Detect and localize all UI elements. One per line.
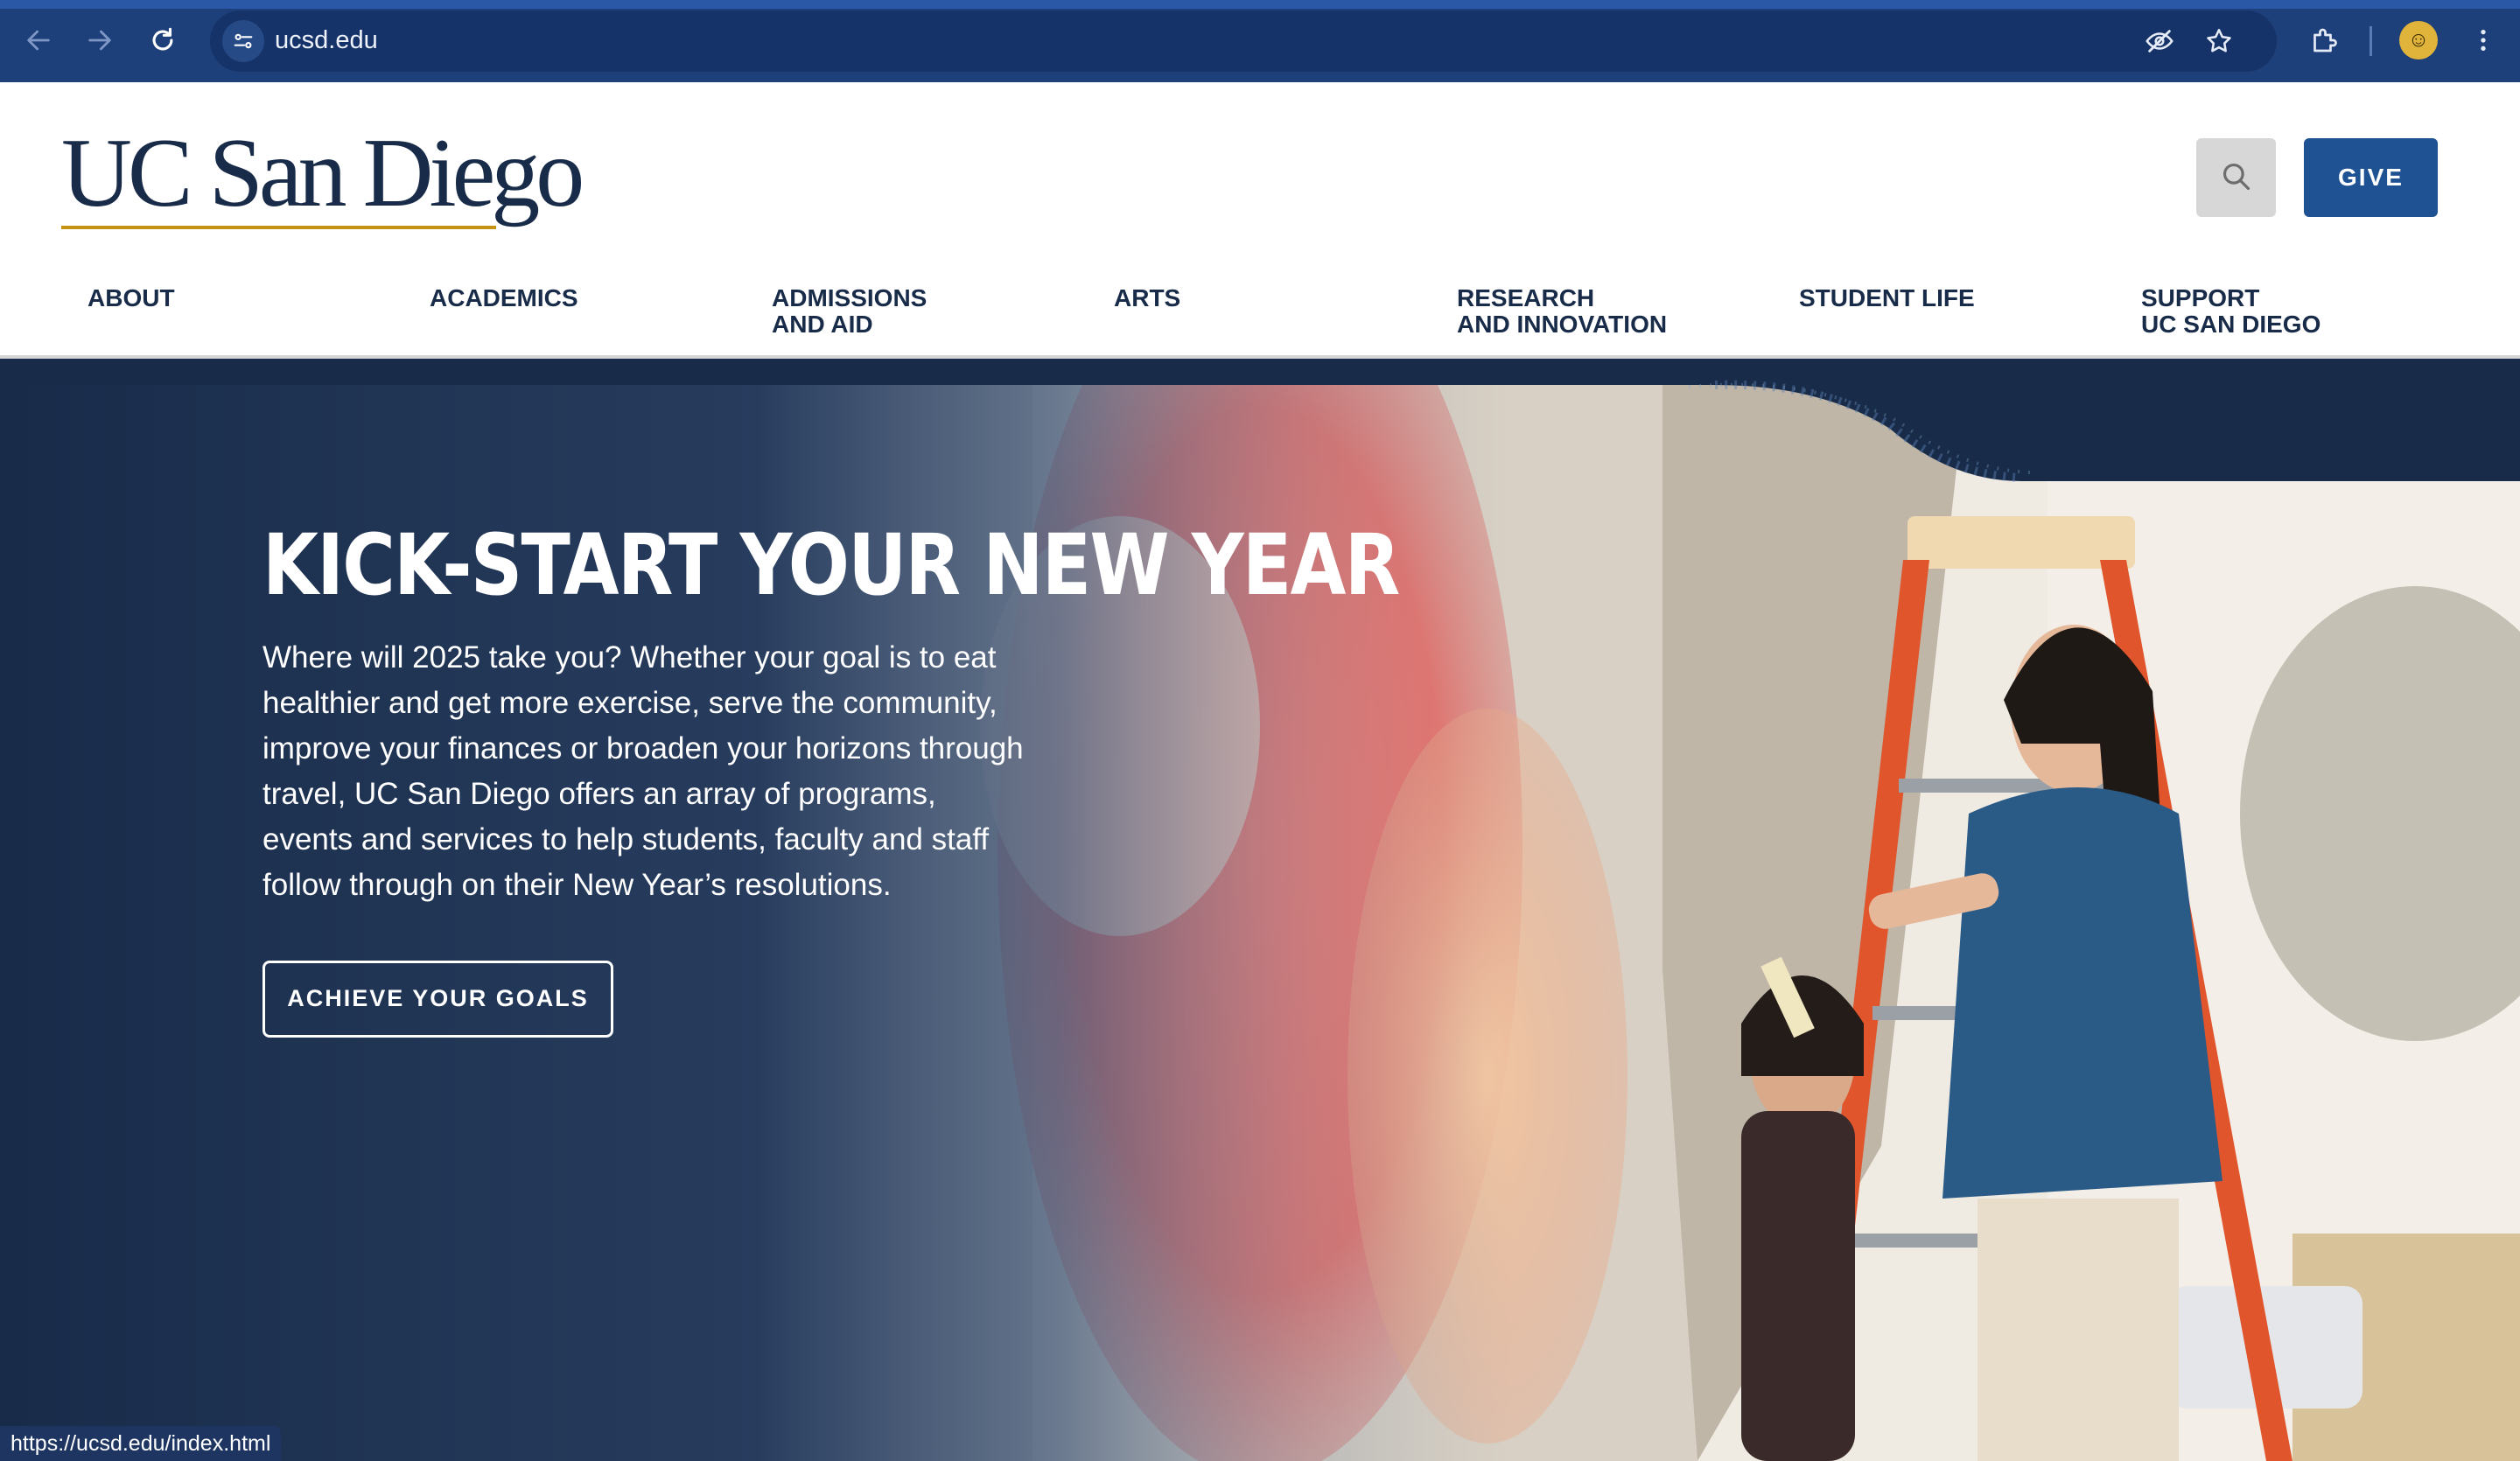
toolbar-divider	[2370, 26, 2372, 56]
site-header: UC San Diego GIVE ABOUT ACADEMICS ADMISS…	[0, 82, 2520, 359]
hero-banner: KICK-START YOUR NEW YEAR Where will 2025…	[0, 359, 2520, 1461]
search-icon	[2220, 160, 2253, 196]
nav-item-support[interactable]: SUPPORT UC SAN DIEGO	[2141, 285, 2430, 338]
achieve-goals-button[interactable]: ACHIEVE YOUR GOALS	[262, 960, 613, 1038]
hero-description: Where will 2025 take you? Whether your g…	[262, 640, 1024, 902]
site-info-icon[interactable]	[222, 20, 264, 62]
more-vert-icon[interactable]	[2462, 19, 2504, 61]
nav-item-academics[interactable]: ACADEMICS	[430, 285, 718, 311]
main-navigation: ABOUT ACADEMICS ADMISSIONS AND AID ARTS …	[0, 285, 2520, 355]
back-arrow-icon[interactable]	[16, 17, 61, 63]
url-text[interactable]: ucsd.edu	[275, 26, 378, 55]
profile-avatar[interactable]: ☺	[2399, 21, 2438, 59]
forward-arrow-icon[interactable]	[77, 17, 122, 63]
nav-item-student-life[interactable]: STUDENT LIFE	[1799, 285, 2088, 311]
address-bar[interactable]: ucsd.edu	[210, 10, 2277, 72]
ucsd-logo[interactable]: UC San Diego	[61, 124, 584, 229]
star-icon[interactable]	[2202, 24, 2236, 59]
hero-content: KICK-START YOUR NEW YEAR Where will 2025…	[262, 516, 1400, 1038]
nav-item-research[interactable]: RESEARCH AND INNOVATION	[1457, 285, 1746, 338]
logo-wordmark[interactable]: UC San Diego	[61, 124, 584, 222]
hero-title: KICK-START YOUR NEW YEAR	[262, 516, 1400, 614]
browser-top-strip	[0, 0, 2520, 9]
nav-item-admissions[interactable]: ADMISSIONS AND AID	[772, 285, 1060, 338]
eye-off-icon[interactable]	[2142, 24, 2177, 59]
extensions-icon[interactable]	[2303, 19, 2345, 61]
reload-icon[interactable]	[140, 17, 186, 63]
nav-item-about[interactable]: ABOUT	[88, 285, 376, 311]
nav-item-arts[interactable]: ARTS	[1114, 285, 1403, 311]
browser-toolbar: ucsd.edu ☺	[0, 0, 2520, 82]
status-bar-url: https://ucsd.edu/index.html	[0, 1426, 282, 1461]
give-button[interactable]: GIVE	[2304, 138, 2438, 217]
search-button[interactable]	[2196, 138, 2276, 217]
